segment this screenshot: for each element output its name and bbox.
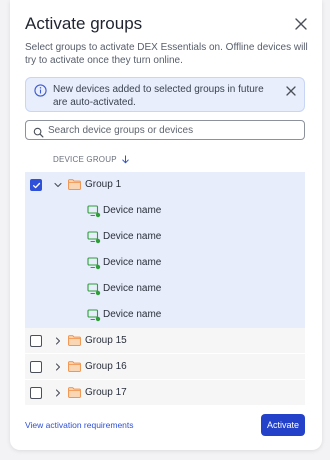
group-row[interactable]: Group 15 [25,328,305,354]
group-checkbox[interactable] [30,387,42,399]
chevron-down-icon[interactable] [53,180,63,190]
search-icon [33,125,44,138]
device-row[interactable]: Device name [25,250,305,276]
banner-text: New devices added to selected groups in … [53,84,264,108]
group-name: Group 1 [85,179,122,190]
search-box [25,120,305,140]
group-name: Group 17 [85,387,127,398]
device-name: Device name [103,283,162,294]
device-row[interactable]: Device name [25,224,305,250]
folder-icon [68,335,81,346]
view-activation-requirements-link[interactable]: View activation requirements [25,420,134,430]
group-list: Group 1 Device name Device name Device n… [25,172,305,406]
search-input[interactable] [48,121,298,139]
activate-button[interactable]: Activate [261,414,305,436]
group-name: Group 16 [85,361,127,372]
dialog-title: Activate groups [25,14,143,33]
device-row[interactable]: Device name [25,276,305,302]
monitor-icon [87,308,101,322]
monitor-icon [87,204,101,218]
monitor-icon [87,282,101,296]
group-checkbox[interactable] [30,179,42,191]
chevron-right-icon[interactable] [53,388,63,398]
activate-groups-dialog: Activate groups Select groups to activat… [10,0,322,450]
info-icon [34,84,47,97]
group-name: Group 15 [85,335,127,346]
group-row[interactable]: Group 16 [25,354,305,380]
group-checkbox[interactable] [30,361,42,373]
group-checkbox[interactable] [30,335,42,347]
group-row[interactable]: Group 1 [25,172,305,198]
close-icon[interactable] [292,15,310,33]
device-name: Device name [103,309,162,320]
device-name: Device name [103,257,162,268]
device-row[interactable]: Device name [25,302,305,328]
chevron-right-icon[interactable] [53,336,63,346]
column-header-label: DEVICE GROUP [53,155,117,164]
folder-icon [68,361,81,372]
arrow-down-icon [122,155,129,164]
info-banner: New devices added to selected groups in … [25,77,305,112]
device-row[interactable]: Device name [25,198,305,224]
device-name: Device name [103,231,162,242]
dialog-description: Select groups to activate DEX Essentials… [25,42,308,66]
monitor-icon [87,230,101,244]
monitor-icon [87,256,101,270]
folder-icon [68,179,81,190]
device-name: Device name [103,205,162,216]
banner-close-icon[interactable] [285,84,297,96]
folder-icon [68,387,81,398]
column-header-device-group[interactable]: DEVICE GROUP [53,155,130,164]
group-row[interactable]: Group 17 [25,380,305,406]
chevron-right-icon[interactable] [53,362,63,372]
